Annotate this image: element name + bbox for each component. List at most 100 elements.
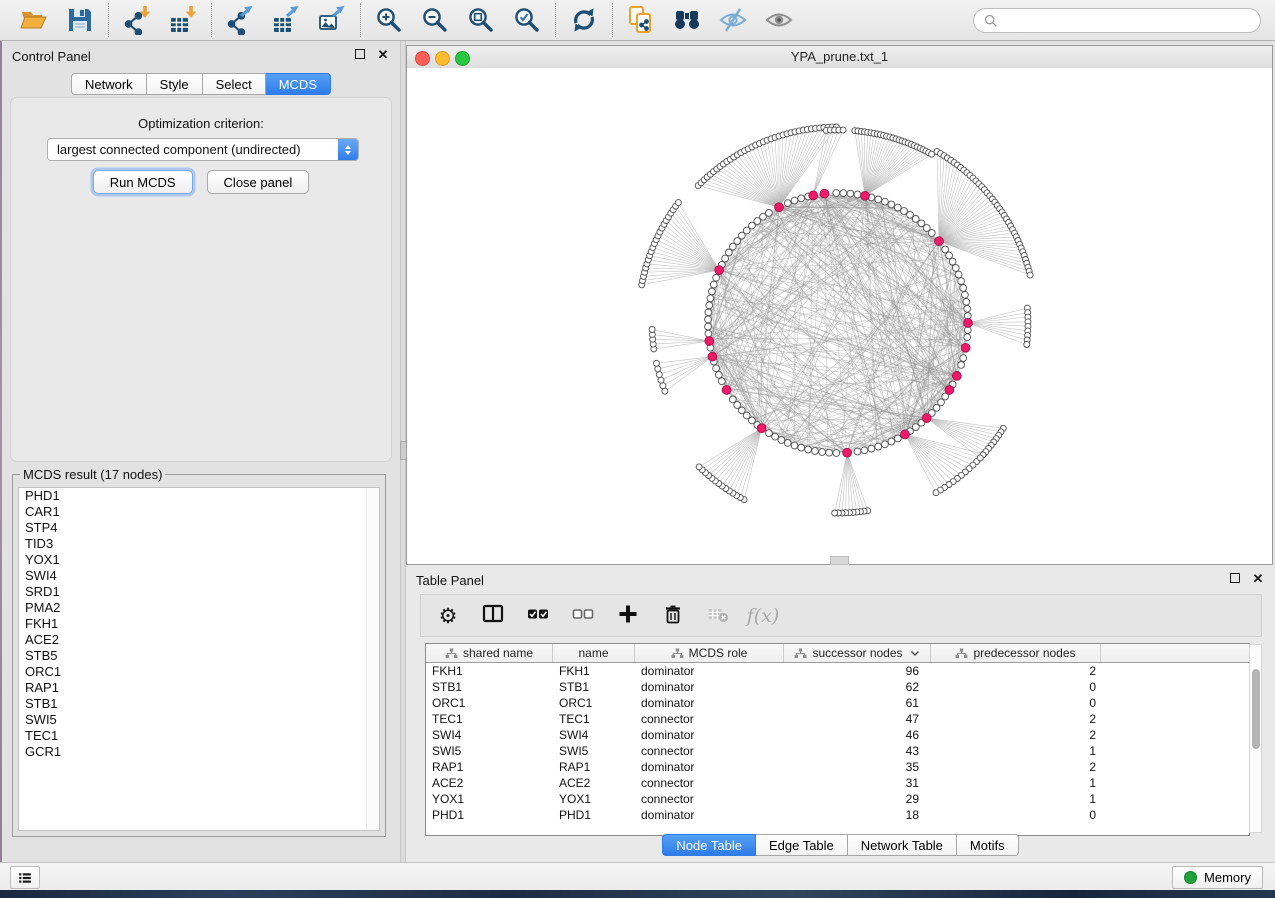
- status-list-button[interactable]: [10, 866, 40, 889]
- clone-network-button[interactable]: [626, 5, 656, 35]
- table-row[interactable]: SWI4SWI4dominator462: [426, 727, 1249, 743]
- mcds-result-item[interactable]: STP4: [19, 520, 379, 536]
- mcds-result-item[interactable]: YOX1: [19, 552, 379, 568]
- mcds-list-scrollbar[interactable]: [366, 488, 379, 830]
- refresh-button[interactable]: [569, 5, 599, 35]
- column-header-mcds-role[interactable]: MCDS role: [635, 644, 784, 662]
- tab-network-table[interactable]: Network Table: [848, 834, 957, 856]
- table-row[interactable]: FKH1FKH1dominator962: [426, 663, 1249, 679]
- cell-predecessor-nodes: 2: [931, 759, 1101, 775]
- tree-column-icon: [671, 648, 684, 659]
- import-network-button[interactable]: [122, 5, 152, 35]
- mcds-result-item[interactable]: SRD1: [19, 584, 379, 600]
- table-row[interactable]: YOX1YOX1connector291: [426, 791, 1249, 807]
- show-all-button[interactable]: [764, 5, 794, 35]
- column-header-shared-name[interactable]: shared name: [426, 644, 553, 662]
- export-image-button[interactable]: [317, 5, 347, 35]
- zoom-out-button[interactable]: [420, 5, 450, 35]
- save-session-button[interactable]: [65, 5, 95, 35]
- show-all-icon: [764, 5, 794, 35]
- tab-mcds[interactable]: MCDS: [266, 73, 331, 95]
- tree-column-icon: [445, 648, 458, 659]
- mcds-result-item[interactable]: STB1: [19, 696, 379, 712]
- export-network-button[interactable]: [225, 5, 255, 35]
- table-row[interactable]: RAP1RAP1dominator352: [426, 759, 1249, 775]
- cell-name: PHD1: [553, 807, 635, 823]
- hide-columns-button[interactable]: [571, 604, 595, 628]
- memory-button[interactable]: Memory: [1172, 866, 1263, 889]
- mcds-result-item[interactable]: TID3: [19, 536, 379, 552]
- table-row[interactable]: PHD1PHD1dominator180: [426, 807, 1249, 823]
- mcds-result-item[interactable]: ACE2: [19, 632, 379, 648]
- run-mcds-button[interactable]: Run MCDS: [93, 170, 193, 194]
- table-row[interactable]: STB1STB1dominator620: [426, 679, 1249, 695]
- mcds-result-item[interactable]: PHD1: [19, 488, 379, 504]
- cell-shared-name: ORC1: [426, 695, 553, 711]
- table-row[interactable]: ACE2ACE2connector311: [426, 775, 1249, 791]
- hide-selected-button[interactable]: [718, 5, 748, 35]
- network-window: YPA_prune.txt_1: [406, 45, 1273, 565]
- cell-successor-nodes: 47: [784, 711, 931, 727]
- search-input[interactable]: [998, 13, 1251, 29]
- tab-network[interactable]: Network: [71, 73, 147, 95]
- table-row[interactable]: SWI5SWI5connector431: [426, 743, 1249, 759]
- mcds-result-item[interactable]: CAR1: [19, 504, 379, 520]
- cell-successor-nodes: 96: [784, 663, 931, 679]
- mcds-result-item[interactable]: FKH1: [19, 616, 379, 632]
- cell-predecessor-nodes: 2: [931, 663, 1101, 679]
- table-panel-float-icon[interactable]: [1228, 572, 1242, 586]
- mcds-result-item[interactable]: TEC1: [19, 728, 379, 744]
- table-settings-button[interactable]: ⚙: [436, 604, 460, 628]
- network-window-titlebar[interactable]: YPA_prune.txt_1: [407, 46, 1272, 69]
- table-row[interactable]: TEC1TEC1connector472: [426, 711, 1249, 727]
- import-table-button[interactable]: [168, 5, 198, 35]
- column-header-name[interactable]: name: [553, 644, 635, 662]
- control-panel-close-icon[interactable]: ✕: [376, 48, 390, 62]
- column-header-successor-nodes[interactable]: successor nodes: [784, 644, 931, 662]
- zoom-in-button[interactable]: [374, 5, 404, 35]
- tab-motifs[interactable]: Motifs: [957, 834, 1019, 856]
- control-panel-title: Control Panel: [12, 49, 91, 64]
- mcds-result-item[interactable]: ORC1: [19, 664, 379, 680]
- mcds-result-item[interactable]: SWI4: [19, 568, 379, 584]
- mcds-result-list[interactable]: PHD1CAR1STP4TID3YOX1SWI4SRD1PMA2FKH1ACE2…: [18, 487, 380, 831]
- zoom-fit-button[interactable]: [466, 5, 496, 35]
- tab-style[interactable]: Style: [147, 73, 203, 95]
- open-file-button[interactable]: [19, 5, 49, 35]
- table-scrollbar[interactable]: [1249, 644, 1262, 833]
- table-toolbar: ⚙f(x): [420, 594, 1262, 637]
- column-label: predecessor nodes: [973, 646, 1075, 660]
- table-panel: Table Panel ✕ ⚙f(x) shared namenameMCDS …: [406, 565, 1275, 862]
- toolbar-group: [212, 5, 360, 35]
- mcds-result-item[interactable]: STB5: [19, 648, 379, 664]
- column-header-predecessor-nodes[interactable]: predecessor nodes: [931, 644, 1101, 662]
- close-panel-button[interactable]: Close panel: [207, 170, 310, 194]
- export-table-button[interactable]: [271, 5, 301, 35]
- column-label: name: [578, 646, 608, 660]
- zoom-selected-button[interactable]: [512, 5, 542, 35]
- table-scrollbar-thumb[interactable]: [1252, 669, 1260, 749]
- delete-column-button[interactable]: [661, 604, 685, 628]
- network-canvas[interactable]: [407, 68, 1272, 564]
- mcds-result-item[interactable]: PMA2: [19, 600, 379, 616]
- tab-edge-table[interactable]: Edge Table: [756, 834, 848, 856]
- cell-predecessor-nodes: 2: [931, 711, 1101, 727]
- split-panel-button[interactable]: [481, 604, 505, 628]
- network-graph[interactable]: [407, 68, 1272, 564]
- mcds-result-item[interactable]: GCR1: [19, 744, 379, 760]
- tab-node-table[interactable]: Node Table: [662, 834, 756, 856]
- add-column-button[interactable]: [616, 604, 640, 628]
- table-panel-tabs: Node TableEdge TableNetwork TableMotifs: [406, 834, 1275, 856]
- table-panel-close-icon[interactable]: ✕: [1251, 572, 1265, 586]
- control-panel-float-icon[interactable]: [353, 48, 367, 62]
- tab-select[interactable]: Select: [203, 73, 266, 95]
- cell-successor-nodes: 29: [784, 791, 931, 807]
- criterion-dropdown[interactable]: largest connected component (undirected): [47, 138, 359, 161]
- search-network-button[interactable]: [672, 5, 702, 35]
- mcds-result-item[interactable]: SWI5: [19, 712, 379, 728]
- table-row[interactable]: ORC1ORC1dominator610: [426, 695, 1249, 711]
- import-table-icon: [168, 5, 198, 35]
- show-columns-button[interactable]: [526, 604, 550, 628]
- horizontal-splitter-handle[interactable]: [830, 556, 849, 565]
- mcds-result-item[interactable]: RAP1: [19, 680, 379, 696]
